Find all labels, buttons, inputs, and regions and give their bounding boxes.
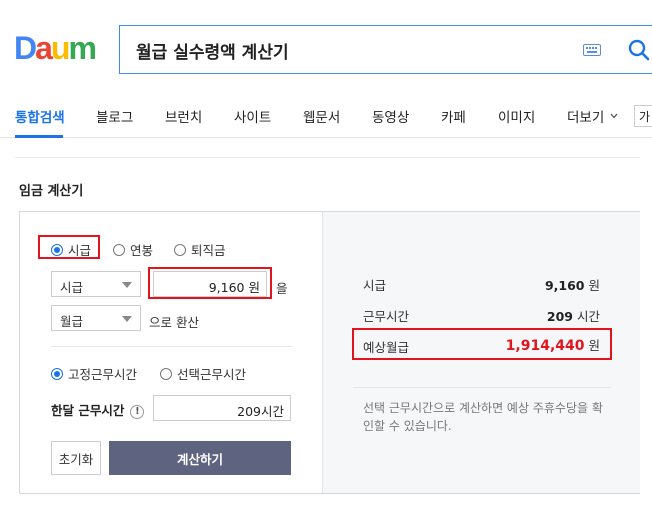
tab-web-docs[interactable]: 웹문서 bbox=[303, 106, 340, 126]
tab-integrated[interactable]: 통합검색 bbox=[15, 106, 65, 126]
logo-letter-a: a bbox=[35, 30, 53, 66]
active-tab-underline bbox=[15, 135, 63, 138]
tab-video[interactable]: 동영상 bbox=[372, 106, 409, 126]
result-hourly-number: 9,160 bbox=[544, 278, 585, 293]
radio-dot bbox=[174, 243, 186, 256]
tab-cafe[interactable]: 카페 bbox=[441, 106, 466, 126]
tool-button[interactable]: 가 bbox=[634, 105, 652, 127]
divider bbox=[353, 387, 611, 388]
logo-letter-u: u bbox=[50, 30, 70, 66]
logo-letter-m: m bbox=[68, 30, 96, 66]
tab-image[interactable]: 이미지 bbox=[498, 106, 535, 126]
result-note: 선택 근무시간으로 계산하면 예상 주휴수당을 확인할 수 있습니다. bbox=[363, 401, 603, 433]
result-hourly-unit: 원 bbox=[588, 278, 600, 293]
search-icon[interactable] bbox=[628, 39, 650, 61]
radio-label: 시급 bbox=[68, 243, 92, 258]
select-value: 시급 bbox=[60, 280, 84, 295]
particle-text: 을 bbox=[276, 281, 288, 296]
radio-hourly[interactable]: 시급 bbox=[51, 240, 91, 259]
header: D a u m 월급 실수령액 계산기 통합검색 블로그 브런치 사이트 웹문서… bbox=[0, 0, 652, 138]
daum-logo[interactable]: D a u m bbox=[14, 30, 97, 66]
result-monthly-number: 1,914,440 bbox=[505, 338, 585, 354]
search-tabs: 통합검색 블로그 브런치 사이트 웹문서 동영상 카페 이미지 더보기 가 bbox=[0, 100, 652, 138]
radio-fixed-hours[interactable]: 고정근무시간 bbox=[51, 364, 137, 383]
monthly-hours-input[interactable]: 209시간 bbox=[153, 395, 291, 421]
result-monthly-label: 예상월급 bbox=[363, 340, 410, 355]
result-hours-number: 209 bbox=[546, 309, 573, 324]
tab-more-label: 더보기 bbox=[567, 110, 605, 126]
monthly-hours-label: 한달 근무시간! bbox=[51, 400, 145, 419]
radio-dot bbox=[51, 243, 63, 256]
radio-label: 고정근무시간 bbox=[68, 367, 138, 382]
info-icon[interactable]: ! bbox=[130, 405, 145, 419]
dropdown-arrow-icon bbox=[122, 282, 132, 288]
radio-label: 연봉 bbox=[130, 243, 154, 258]
result-panel: 시급 9,160 원 근무시간 209 시간 예상월급 1,914,440 원 … bbox=[322, 212, 640, 493]
calculate-button[interactable]: 계산하기 bbox=[109, 441, 291, 475]
chevron-down-icon bbox=[610, 113, 618, 119]
result-monthly-value: 1,914,440 원 bbox=[506, 335, 600, 354]
keyboard-icon[interactable] bbox=[583, 44, 601, 56]
wage-calculator: 시급 연봉 퇴직금 시급 9,160 원 을 월급 으로 환산 고정근무시간 선… bbox=[19, 211, 640, 494]
radio-label: 선택근무시간 bbox=[177, 367, 247, 382]
result-monthly-unit: 원 bbox=[588, 338, 600, 353]
radio-dot bbox=[113, 243, 125, 256]
dropdown-arrow-icon bbox=[122, 316, 132, 322]
amount-value: 9,160 bbox=[208, 280, 245, 295]
tab-more[interactable]: 더보기 bbox=[567, 106, 618, 126]
result-hourly-label: 시급 bbox=[363, 278, 387, 293]
result-hourly-value: 9,160 원 bbox=[545, 275, 600, 294]
tab-brunch[interactable]: 브런치 bbox=[165, 106, 202, 126]
monthly-hours-label-text: 한달 근무시간 bbox=[51, 403, 125, 418]
radio-flexible-hours[interactable]: 선택근무시간 bbox=[160, 364, 246, 383]
input-unit-select[interactable]: 시급 bbox=[51, 271, 141, 297]
select-value: 월급 bbox=[60, 314, 84, 329]
convert-suffix: 으로 환산 bbox=[149, 315, 199, 330]
amount-input[interactable]: 9,160 원 bbox=[153, 271, 267, 297]
convert-unit-select[interactable]: 월급 bbox=[51, 305, 141, 331]
radio-dot bbox=[160, 367, 172, 380]
result-hours-unit: 시간 bbox=[576, 309, 600, 324]
search-box[interactable]: 월급 실수령액 계산기 bbox=[119, 25, 652, 74]
logo-letter-d: D bbox=[14, 30, 37, 66]
result-hours-label: 근무시간 bbox=[363, 309, 410, 324]
reset-button[interactable]: 초기화 bbox=[51, 441, 101, 475]
result-hours-value: 209 시간 bbox=[547, 306, 600, 325]
radio-label: 퇴직금 bbox=[191, 243, 226, 258]
section-title: 임금 계산기 bbox=[19, 184, 84, 199]
tab-blog[interactable]: 블로그 bbox=[96, 106, 133, 126]
radio-annual[interactable]: 연봉 bbox=[113, 240, 153, 259]
divider bbox=[15, 157, 640, 158]
radio-dot bbox=[51, 367, 63, 380]
amount-unit: 원 bbox=[248, 280, 260, 295]
divider bbox=[51, 346, 291, 347]
search-input[interactable]: 월급 실수령액 계산기 bbox=[136, 38, 289, 63]
tab-site[interactable]: 사이트 bbox=[234, 106, 271, 126]
radio-severance[interactable]: 퇴직금 bbox=[174, 240, 226, 259]
